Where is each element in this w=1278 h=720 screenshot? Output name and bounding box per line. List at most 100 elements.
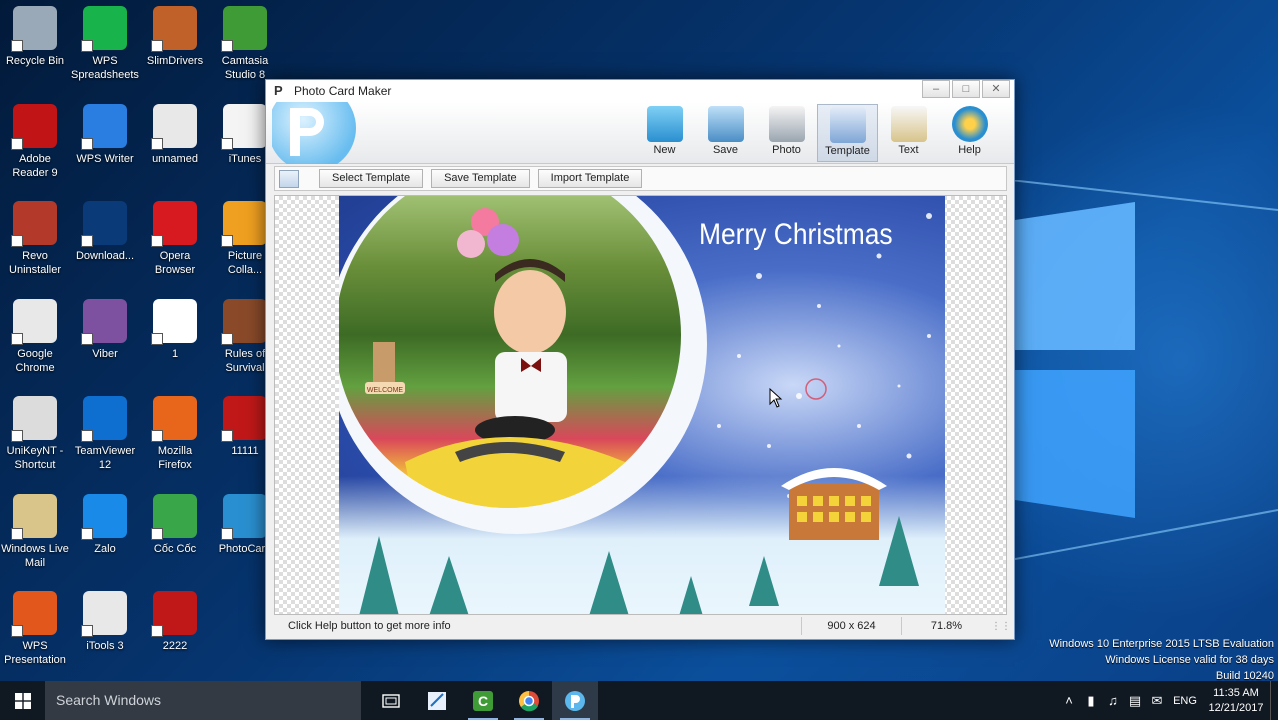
shortcut-arrow-icon (151, 625, 163, 637)
pencil-icon (890, 106, 927, 142)
desktop-icon-adobe-reader-icon[interactable]: Adobe Reader 9 (0, 98, 70, 180)
toolbar-save-button[interactable]: Save (695, 104, 756, 162)
zalo-icon (81, 493, 127, 540)
card-greeting-text[interactable]: Merry Christmas (699, 218, 893, 252)
child-photo[interactable]: WELCOME (339, 196, 681, 508)
watermark-edition: Windows 10 Enterprise 2015 LTSB Evaluati… (1049, 638, 1274, 650)
desktop-icon-slimdrivers-icon[interactable]: SlimDrivers (140, 0, 210, 68)
select-template-button[interactable]: Select Template (319, 169, 424, 188)
toolbar-template-button[interactable]: Template (817, 104, 878, 162)
desktop-icon-opera-icon[interactable]: Opera Browser (140, 195, 210, 277)
shortcut-arrow-icon (81, 625, 93, 637)
status-bar: Click Help button to get more info 900 x… (274, 616, 1011, 636)
task-view-icon (382, 693, 400, 708)
desktop-icon-label: Cốc Cốc (153, 542, 197, 555)
chrome-icon (151, 103, 197, 150)
minimize-button[interactable]: – (922, 80, 950, 98)
toolbar-label: Text (898, 144, 919, 156)
recycle-bin-icon (11, 6, 57, 52)
app-logo-icon: P (274, 83, 283, 98)
desktop-icon-label: unnamed (152, 152, 198, 165)
desktop-icon-revo-uninstaller-icon[interactable]: Revo Uninstaller (0, 195, 70, 277)
show-hidden-icons-icon[interactable]: ˄ (1058, 693, 1080, 708)
close-button[interactable]: ✕ (982, 80, 1010, 98)
taskbar-app-chrome[interactable] (506, 681, 552, 720)
taskbar-search-box[interactable]: Search Windows (45, 681, 361, 720)
toolbar-photo-button[interactable]: Photo (756, 104, 817, 162)
desktop-icon-document-icon[interactable]: 1 (140, 293, 210, 361)
image-dimensions: 900 x 624 (801, 617, 901, 635)
shortcut-arrow-icon (11, 40, 23, 52)
shortcut-arrow-icon (11, 137, 23, 150)
video-file-icon (151, 591, 197, 637)
system-tray: ˄ ▮ ♫ ▤ ✉ ENG 11:35 AM 12/21/2017 (1058, 681, 1278, 720)
speaker-muted-icon[interactable]: ♫ (1102, 693, 1124, 708)
taskbar-app-photocard[interactable] (552, 681, 598, 720)
unikey-icon (11, 396, 57, 442)
desktop-icon-itools-icon[interactable]: iTools 3 (70, 585, 140, 653)
toolbar-label: New (653, 144, 676, 156)
desktop-icon-unikey-icon[interactable]: UniKeyNT - Shortcut (0, 390, 70, 472)
desktop-icon-download-icon[interactable]: Download... (70, 195, 140, 263)
import-template-button[interactable]: Import Template (537, 169, 643, 188)
shortcut-arrow-icon (81, 235, 93, 247)
task-view-button[interactable] (368, 681, 414, 720)
desktop-icon-label: UniKeyNT - Shortcut (6, 445, 64, 471)
desktop-icon-wps-writer-icon[interactable]: WPS Writer (70, 98, 140, 166)
chrome-taskbar-icon (519, 690, 539, 711)
photocard-taskbar-icon (565, 690, 585, 711)
save-template-button[interactable]: Save Template (431, 169, 530, 188)
taskbar-app-notes[interactable] (414, 681, 460, 720)
battery-icon[interactable]: ▮ (1080, 693, 1102, 709)
document-icon (151, 298, 197, 345)
taskbar-app-camtasia[interactable]: C (460, 681, 506, 720)
desktop-icon-label: Adobe Reader 9 (12, 152, 58, 179)
desktop-icon-recycle-bin-icon[interactable]: Recycle Bin (0, 0, 70, 68)
desktop-icon-teamviewer-icon[interactable]: TeamViewer 12 (70, 390, 140, 472)
desktop-icon-label: WPS Presentation (4, 640, 66, 666)
toolbar-new-button[interactable]: New (634, 104, 695, 162)
picture-icon[interactable] (279, 169, 299, 188)
itunes-icon (221, 103, 267, 150)
toolbar-label: Photo (772, 144, 801, 156)
zoom-level: 71.8% (901, 617, 991, 635)
template-toolbar: Select Template Save Template Import Tem… (274, 166, 1007, 191)
action-center-icon[interactable]: ✉ (1146, 693, 1168, 709)
desktop-icon-coccoc-icon[interactable]: Cốc Cốc (140, 488, 210, 556)
shortcut-arrow-icon (221, 235, 233, 247)
desktop-icon-chrome-icon[interactable]: unnamed (140, 98, 210, 166)
desktop-icon-zalo-icon[interactable]: Zalo (70, 488, 140, 556)
desktop-icon-firefox-icon[interactable]: Mozilla Firefox (140, 390, 210, 472)
photocard-icon (221, 493, 267, 540)
toolbar-help-button[interactable]: Help (939, 104, 1000, 162)
desktop-icon-label: Download... (75, 250, 135, 262)
start-button[interactable] (0, 681, 45, 720)
rules-of-survival-icon (221, 298, 267, 345)
desktop-icon-wps-spreadsheets-icon[interactable]: WPS Spreadsheets (70, 0, 140, 82)
desktop-icon-chrome-icon[interactable]: Google Chrome (0, 293, 70, 375)
show-desktop-button[interactable] (1270, 681, 1278, 720)
christmas-card[interactable]: WELCOME Merry Christmas (339, 196, 945, 614)
wps-writer-icon (81, 103, 127, 150)
resize-grip-icon[interactable]: ⋮⋮ (991, 621, 1011, 632)
desktop-icon-viber-icon[interactable]: Viber (70, 293, 140, 361)
notes-app-icon (428, 691, 446, 710)
toolbar-text-button[interactable]: Text (878, 104, 939, 162)
network-icon[interactable]: ▤ (1124, 693, 1146, 709)
desktop-icon-wps-presentation-icon[interactable]: WPS Presentation (0, 585, 70, 667)
maximize-button[interactable]: □ (952, 80, 980, 98)
shortcut-arrow-icon (11, 430, 23, 442)
desktop-icon-camtasia-icon[interactable]: Camtasia Studio 8 (210, 0, 280, 82)
clock[interactable]: 11:35 AM 12/21/2017 (1202, 686, 1270, 716)
camtasia-icon (221, 6, 267, 52)
wps-presentation-icon (11, 591, 57, 637)
mouse-cursor-icon (769, 388, 783, 408)
card-canvas[interactable]: WELCOME Merry Christmas (274, 195, 1007, 615)
desktop-icon-label: Zalo (94, 542, 116, 555)
title-bar[interactable]: P Photo Card Maker – □ ✕ (266, 80, 1014, 102)
shortcut-arrow-icon (151, 430, 163, 442)
desktop-icon-video-file-icon[interactable]: 2222 (140, 585, 210, 653)
desktop-icon-live-mail-icon[interactable]: Windows Live Mail (0, 488, 70, 570)
shortcut-arrow-icon (151, 40, 163, 52)
language-indicator[interactable]: ENG (1168, 695, 1202, 707)
